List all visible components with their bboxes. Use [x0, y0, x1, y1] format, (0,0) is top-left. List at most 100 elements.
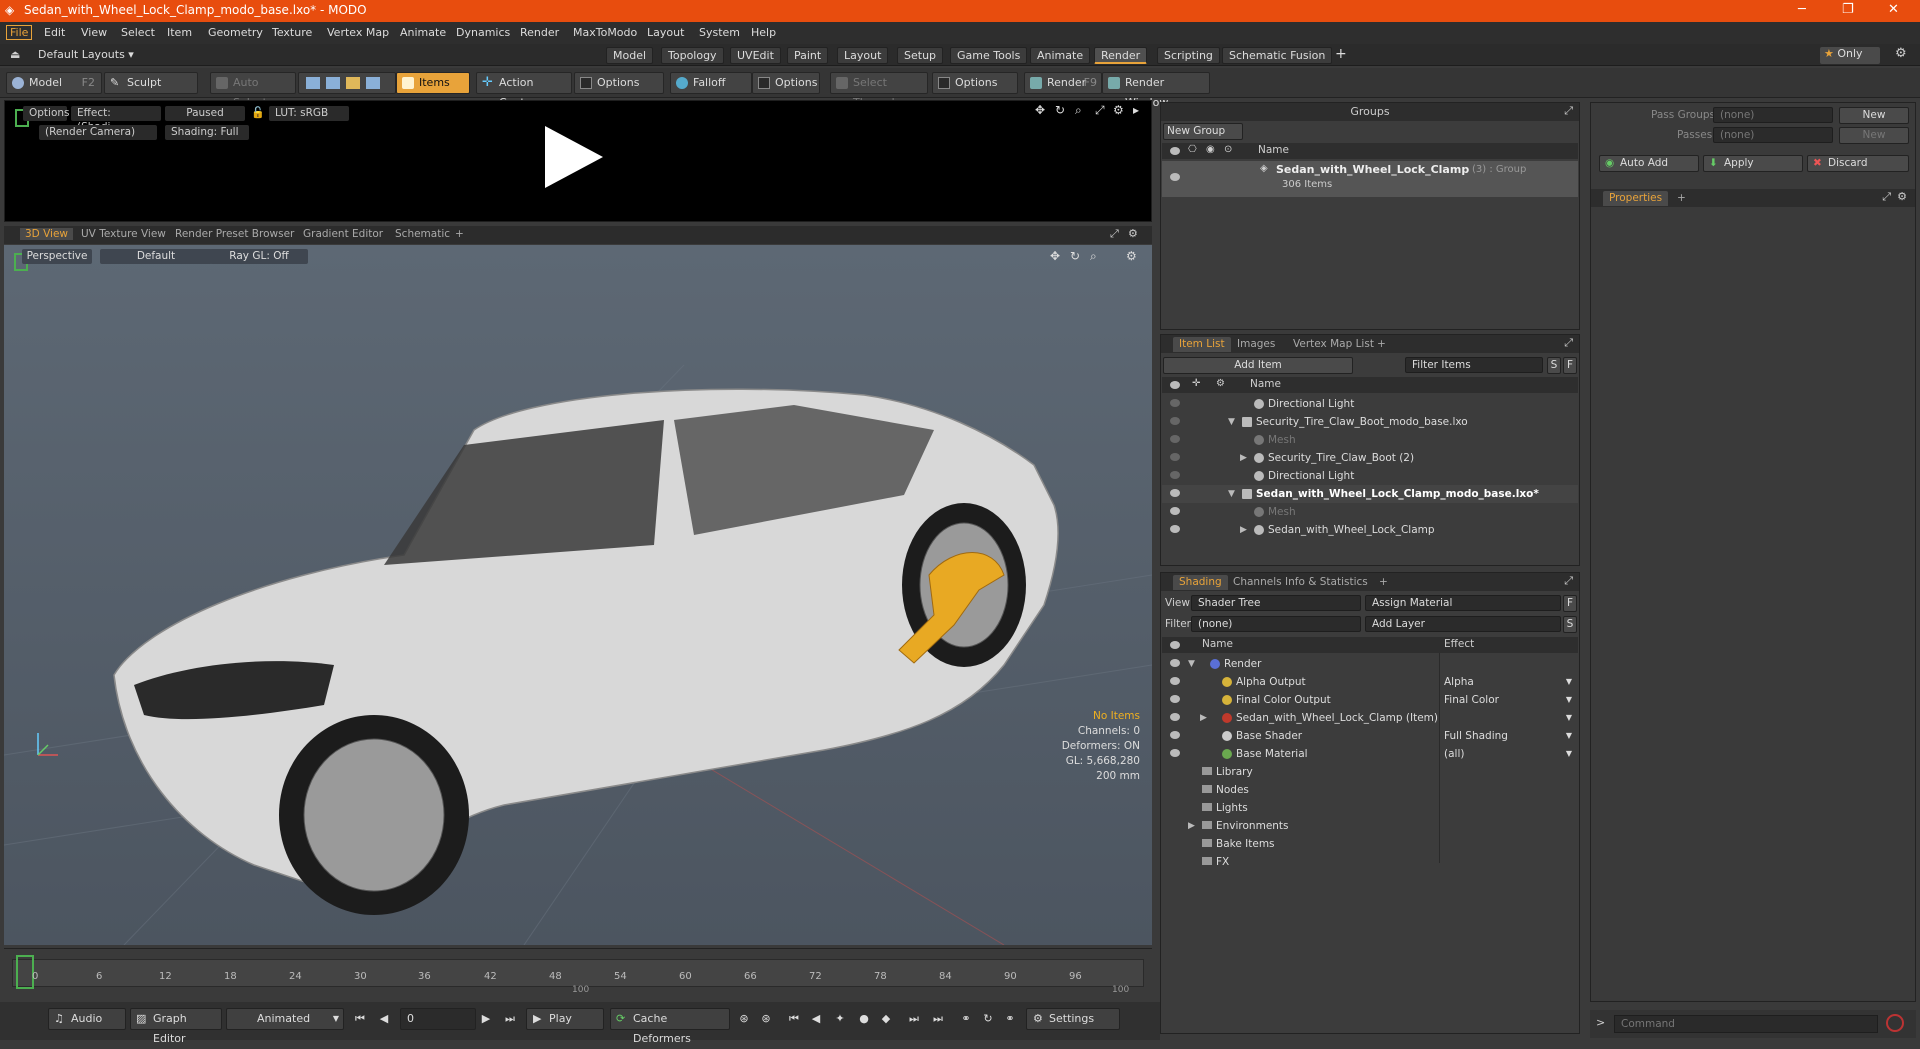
select-icon[interactable]: ⊙: [1224, 144, 1232, 155]
eye-icon[interactable]: [1170, 749, 1180, 757]
lock-icon[interactable]: 🔓: [251, 106, 265, 119]
zoom-icon[interactable]: ⌕: [1075, 103, 1082, 118]
item-list-row[interactable]: ▼ Security_Tire_Claw_Boot_modo_base.lxo: [1162, 413, 1578, 431]
model-mode-button[interactable]: Model F2: [6, 72, 102, 94]
chevron-down-icon[interactable]: ▼: [1566, 691, 1572, 709]
tab-item-list[interactable]: Item List: [1173, 337, 1231, 352]
eye-icon[interactable]: [1170, 659, 1180, 667]
render-window-button[interactable]: Render Window: [1102, 72, 1210, 109]
menu-file[interactable]: File: [6, 25, 33, 40]
effect-value[interactable]: Full Shading: [1444, 727, 1508, 745]
shader-tree-row[interactable]: Base Shader Full Shading ▼: [1162, 727, 1578, 745]
menu-view[interactable]: View: [81, 26, 107, 39]
item-list-row[interactable]: Mesh: [1162, 503, 1578, 521]
frame-field[interactable]: 0: [400, 1008, 476, 1030]
maximize-icon[interactable]: ⤢: [1110, 227, 1119, 241]
menu-dynamics[interactable]: Dynamics: [456, 26, 510, 39]
render-options-button[interactable]: Options: [23, 106, 70, 121]
animated-dropdown[interactable]: Animated ▼: [226, 1008, 344, 1030]
layout-selector[interactable]: Default Layouts ▾: [38, 48, 134, 61]
chevron-down-icon[interactable]: ▼: [1228, 485, 1235, 503]
filter-dropdown[interactable]: (none): [1191, 616, 1361, 632]
shader-tree-row[interactable]: Nodes: [1162, 781, 1578, 799]
action-center-options-button[interactable]: Options: [574, 72, 664, 94]
tab-layout[interactable]: Layout: [837, 47, 889, 64]
tab-schematic-fusion[interactable]: Schematic Fusion: [1222, 47, 1333, 64]
maximize-icon[interactable]: ⤢: [1095, 103, 1105, 118]
filter-options-icon[interactable]: F: [1563, 357, 1577, 374]
add-tab-button[interactable]: +: [1371, 337, 1392, 352]
falloff-options-button[interactable]: Options: [752, 72, 820, 94]
menu-geometry[interactable]: Geometry: [208, 26, 263, 39]
camera-dropdown[interactable]: (Render Camera): [39, 125, 157, 140]
chevron-right-icon[interactable]: ▶: [1200, 709, 1207, 727]
tab-game-tools[interactable]: Game Tools: [950, 47, 1028, 64]
edges-mode-icon[interactable]: [326, 77, 340, 89]
stop-icon[interactable]: [1886, 1014, 1904, 1032]
auto-key-icon[interactable]: ⊛: [758, 1011, 774, 1027]
eye-icon[interactable]: [1170, 731, 1180, 739]
viewport-3d[interactable]: Perspective Default Ray GL: Off ✥ ↻ ⌕ ⚙: [4, 245, 1152, 945]
discard-button[interactable]: ✖ Discard: [1807, 155, 1909, 172]
chevron-down-icon[interactable]: ▼: [1188, 655, 1195, 673]
rotate-icon[interactable]: ↻: [1055, 103, 1065, 117]
tab-gradient-editor[interactable]: Gradient Editor: [298, 228, 388, 240]
tab-vertex-map-list[interactable]: Vertex Map List: [1287, 337, 1380, 352]
search-icon[interactable]: S: [1563, 616, 1577, 633]
render-preview[interactable]: Options Effect: (Shadi... Paused 🔓 LUT: …: [4, 100, 1152, 222]
chevron-right-icon[interactable]: ▶: [1240, 521, 1247, 539]
shader-tree-row[interactable]: Base Material (all) ▼: [1162, 745, 1578, 763]
shader-tree-row[interactable]: Final Color Output Final Color ▼: [1162, 691, 1578, 709]
lut-dropdown[interactable]: LUT: sRGB: [269, 106, 349, 121]
gear-icon[interactable]: ⚙: [1897, 190, 1907, 203]
cache-deformers-button[interactable]: ⟳ Cache Deformers: [610, 1008, 730, 1045]
materials-mode-icon[interactable]: [366, 77, 380, 89]
eye-icon[interactable]: [1170, 381, 1180, 389]
channels-icon[interactable]: ⚭: [958, 1011, 974, 1027]
car-model[interactable]: [113, 388, 1059, 915]
polygons-mode-icon[interactable]: [346, 77, 360, 89]
menu-select[interactable]: Select: [121, 26, 155, 39]
tab-uvedit[interactable]: UVEdit: [730, 47, 781, 64]
new-pass-button[interactable]: New: [1839, 127, 1909, 144]
go-start-icon[interactable]: ⏮: [352, 1011, 368, 1027]
tab-shading[interactable]: Shading: [1173, 575, 1228, 590]
effect-value[interactable]: (all): [1444, 745, 1464, 763]
menu-render[interactable]: Render: [520, 26, 559, 39]
menu-edit[interactable]: Edit: [44, 26, 65, 39]
close-button[interactable]: ✕: [1888, 2, 1899, 17]
passes-dropdown[interactable]: (none): [1713, 127, 1833, 143]
shader-tree-row[interactable]: Lights: [1162, 799, 1578, 817]
add-layer-dropdown[interactable]: Add Layer: [1365, 616, 1561, 632]
falloff-button[interactable]: Falloff: [670, 72, 752, 94]
shader-tree-row[interactable]: ▼ Render: [1162, 655, 1578, 673]
expand-arrow-icon[interactable]: ▸: [1133, 103, 1139, 117]
tab-3d-view[interactable]: 3D View: [20, 228, 74, 240]
tab-render[interactable]: Render: [1094, 47, 1148, 64]
add-viewport-tab-button[interactable]: +: [450, 228, 469, 240]
eye-icon[interactable]: [1170, 713, 1180, 721]
restore-button[interactable]: ❐: [1842, 2, 1854, 17]
audio-button[interactable]: ♫ Audio: [48, 1008, 126, 1030]
prev-frame-icon[interactable]: ◀: [376, 1011, 392, 1027]
item-list-row[interactable]: ▼ Sedan_with_Wheel_Lock_Clamp_modo_base.l…: [1162, 485, 1578, 503]
eye-icon[interactable]: [1170, 435, 1180, 443]
expand-icon[interactable]: ⤢: [1564, 574, 1573, 588]
shader-tree-row[interactable]: Alpha Output Alpha ▼: [1162, 673, 1578, 691]
expand-icon[interactable]: ⤢: [1564, 336, 1573, 350]
tab-images[interactable]: Images: [1231, 337, 1281, 352]
eye-icon[interactable]: [1170, 641, 1180, 649]
eye-icon[interactable]: [1170, 173, 1180, 181]
item-list-row[interactable]: Directional Light: [1162, 395, 1578, 413]
tab-uv-texture-view[interactable]: UV Texture View: [76, 228, 171, 240]
tab-model[interactable]: Model: [606, 47, 654, 64]
shader-tree-row[interactable]: FX: [1162, 853, 1578, 871]
eye-icon[interactable]: [1170, 507, 1180, 515]
lock-icon[interactable]: ✛: [1192, 378, 1200, 389]
add-tab-button[interactable]: +: [1335, 46, 1347, 62]
add-tab-button[interactable]: +: [1373, 575, 1394, 590]
expand-icon[interactable]: ⤢: [1564, 104, 1573, 118]
new-group-button[interactable]: New Group: [1163, 123, 1243, 140]
add-tab-button[interactable]: +: [1671, 191, 1692, 206]
eye-icon[interactable]: [1170, 417, 1180, 425]
